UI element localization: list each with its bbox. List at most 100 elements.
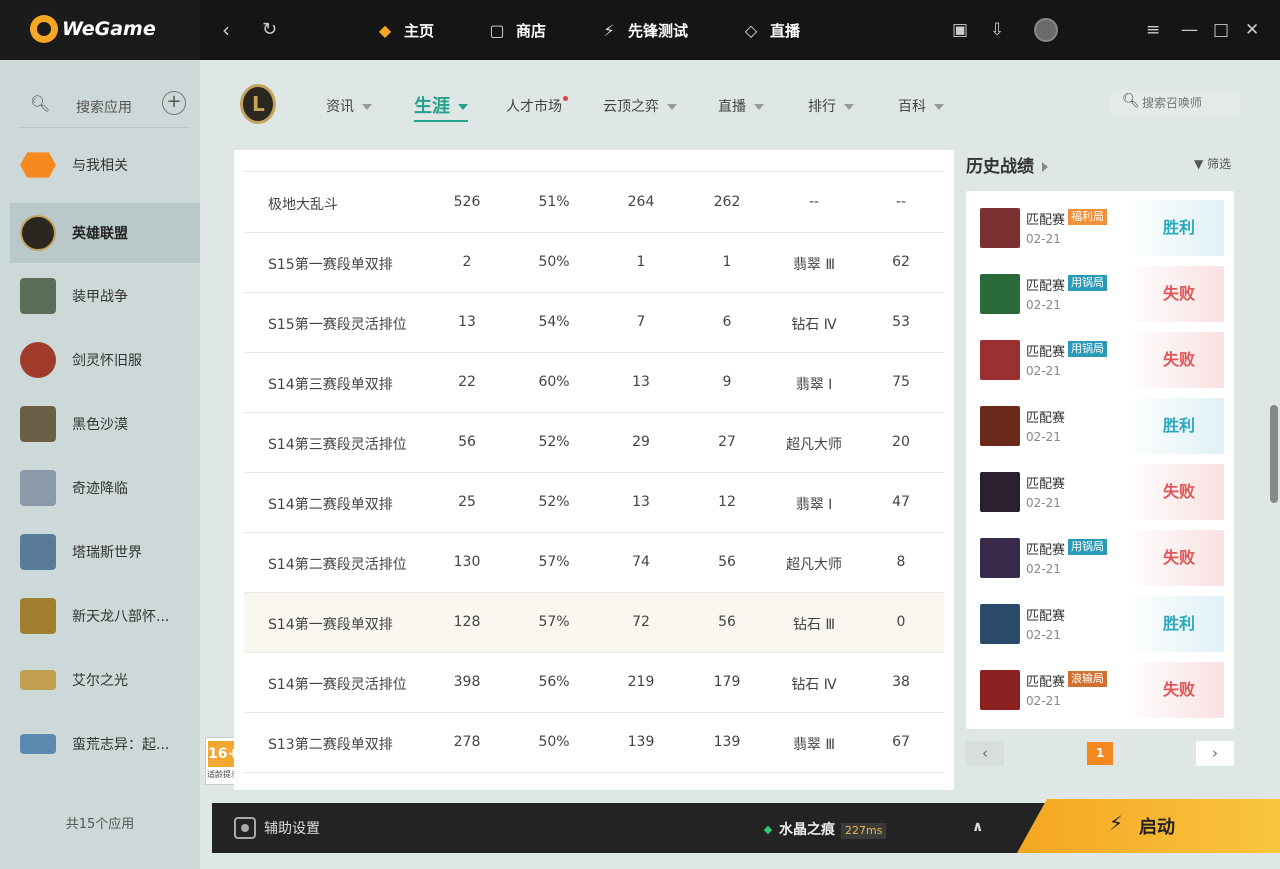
match-tag: 浪输局 [1068,671,1108,687]
table-row: S15第一赛段单双排 2 50% 1 1 翡翠 Ⅲ 62 [244,233,944,293]
points: 62 [892,254,910,270]
table-row: S14第二赛段灵活排位 130 57% 74 56 超凡大师 8 [244,533,944,593]
menu-icon[interactable]: ≡ [1146,20,1160,40]
champion-avatar [980,406,1020,446]
tab-wiki[interactable]: 百科 [898,96,944,116]
match-date: 02-21 [1026,298,1061,312]
topnav-label: 商店 [516,21,547,40]
match-item[interactable]: 匹配赛 02-21 失败 [966,455,1234,521]
champion-avatar [980,538,1020,578]
lightning-icon: ⚡ [603,20,615,40]
sidebar-item-label: 新天龙八部怀... [72,609,170,625]
queue-name: 极地大乱斗 [268,197,338,213]
match-item[interactable]: 匹配赛 02-21 胜利 [966,587,1234,653]
game-subnav: 资讯 生涯 人才市场 云顶之弈 直播 排行 百科 🔍︎ [200,60,1280,150]
server-name: 水晶之痕 [779,822,835,838]
wins: 7 [636,314,646,330]
launch-button[interactable]: ⚡︎ 启动 [1017,799,1280,853]
minimize-icon[interactable]: — [1181,20,1198,40]
match-item[interactable]: 匹配赛 用锅局 02-21 失败 [966,521,1234,587]
topnav-pioneer[interactable]: ⚡ 先锋测试 [598,0,688,60]
tab-live[interactable]: 直播 [718,96,764,116]
topnav-home[interactable]: ◆ 主页 [374,0,434,60]
sidebar-item-lol[interactable]: 英雄联盟 [10,203,200,263]
back-arrow-icon[interactable]: ‹ [222,18,230,42]
prev-page-button[interactable]: ‹ [966,741,1004,766]
match-item[interactable]: 匹配赛 浪输局 02-21 失败 [966,653,1234,719]
match-date: 02-21 [1026,562,1061,576]
server-selector[interactable]: 水晶之痕 227ms [763,819,887,839]
topnav-live[interactable]: ◇ 直播 [740,0,800,60]
current-page[interactable]: 1 [1087,742,1113,765]
sidebar-item-elsword[interactable]: 艾尔之光 [10,650,200,710]
filter-button[interactable]: ▼ 筛选 [1194,155,1231,172]
sidebar-item-armored[interactable]: 装甲战争 [10,266,200,326]
sidebar-item-wild[interactable]: 蛮荒志异：起... [10,714,200,774]
match-tag: 福利局 [1068,209,1108,225]
tab-career[interactable]: 生涯 [414,92,468,122]
wegame-logo-icon [30,15,58,43]
maximize-icon[interactable]: □ [1213,20,1229,40]
match-item[interactable]: 匹配赛 福利局 02-21 胜利 [966,191,1234,257]
match-mode: 匹配赛 [1026,407,1065,426]
armored-warfare-icon [20,278,56,314]
topnav-shop[interactable]: ▢ 商店 [486,0,546,60]
sidebar-item-label: 装甲战争 [72,289,128,305]
refresh-icon[interactable]: ↻ [262,19,277,40]
losses: 56 [718,554,736,570]
sidebar-item-mu[interactable]: 奇迹降临 [10,458,200,518]
black-desert-icon [20,406,56,442]
add-app-icon[interactable]: + [162,91,186,115]
match-item[interactable]: 匹配赛 用锅局 02-21 失败 [966,323,1234,389]
sidebar-item-related[interactable]: 与我相关 [10,135,200,195]
table-row: S13第二赛段单双排 278 50% 139 139 翡翠 Ⅲ 67 [244,713,944,773]
winrate: 51% [538,194,570,210]
server-status-icon [763,825,773,835]
sidebar-item-tarisland[interactable]: 塔瑞斯世界 [10,522,200,582]
match-mode-text: 匹配赛 [1026,345,1066,360]
losses: 27 [718,434,736,450]
sidebar-item-tianlong[interactable]: 新天龙八部怀... [10,586,200,646]
next-page-button[interactable]: › [1196,741,1234,766]
tab-tft[interactable]: 云顶之弈 [603,96,677,116]
history-title[interactable]: 历史战绩 [966,152,1048,177]
match-date: 02-21 [1026,628,1061,642]
sidebar-item-label: 英雄联盟 [72,226,128,242]
table-header-divider [244,150,944,172]
losses: 9 [722,374,732,390]
tab-news[interactable]: 资讯 [326,96,372,116]
champion-avatar [980,472,1020,512]
lol-icon [20,215,56,251]
match-result: 胜利 [1134,200,1224,256]
summoner-search[interactable]: 🔍︎ [1110,90,1240,116]
rank: 翡翠 Ⅰ [795,497,833,513]
sidebar-item-blade-soul[interactable]: 剑灵怀旧服 [10,330,200,390]
games: 2 [462,254,472,270]
match-mode: 匹配赛 福利局 [1026,209,1108,228]
rank: 翡翠 Ⅲ [792,257,836,273]
chevron-right-icon [1042,162,1048,172]
assist-settings-label: 辅助设置 [264,821,320,837]
winrate: 52% [538,494,570,510]
close-icon[interactable]: ✕ [1245,20,1259,40]
sidebar-item-black-desert[interactable]: 黑色沙漠 [10,394,200,454]
wins: 13 [632,494,650,510]
match-item[interactable]: 匹配赛 用锅局 02-21 失败 [966,257,1234,323]
scrollbar-thumb[interactable] [1270,405,1278,503]
wins: 139 [627,734,655,750]
assist-settings-button[interactable]: 辅助设置 [234,817,320,839]
messages-icon[interactable]: ▣ [952,20,968,40]
tab-talent-market[interactable]: 人才市场 [506,96,568,116]
tab-label: 资讯 [326,99,354,115]
match-mode: 匹配赛 浪输局 [1026,671,1108,690]
app-search[interactable]: 🔍︎ 搜索应用 + [20,88,190,128]
chevron-up-icon[interactable]: ∧ [972,819,983,835]
tab-label: 排行 [808,99,836,115]
user-avatar[interactable] [1034,18,1058,42]
download-icon[interactable]: ⇩ [990,20,1004,40]
match-mode-text: 匹配赛 [1026,477,1066,492]
summoner-search-input[interactable] [1142,94,1234,112]
history-title-text: 历史战绩 [966,157,1034,177]
match-item[interactable]: 匹配赛 02-21 胜利 [966,389,1234,455]
tab-ranking[interactable]: 排行 [808,96,854,116]
